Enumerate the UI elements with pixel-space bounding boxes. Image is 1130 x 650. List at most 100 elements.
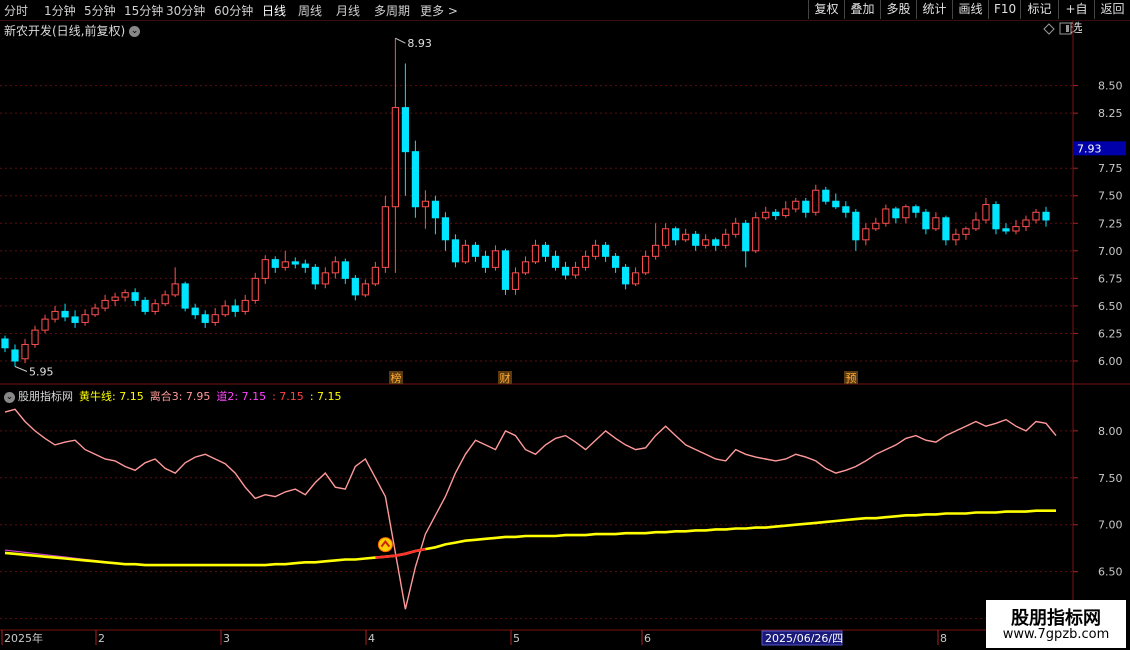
candle-body bbox=[361, 283, 369, 296]
candle-body bbox=[271, 259, 279, 268]
event-marker: 财 bbox=[500, 371, 511, 385]
candle-body bbox=[952, 233, 960, 241]
candle-body bbox=[962, 228, 970, 235]
current-price-label: 7.93 bbox=[1077, 142, 1102, 155]
cursor-date-label: 2025/06/26/四 bbox=[765, 632, 843, 645]
price-tick-label: 8.25 bbox=[1098, 107, 1123, 120]
candle-body bbox=[41, 318, 49, 331]
candle-body bbox=[621, 266, 630, 285]
candle-body bbox=[1022, 219, 1030, 228]
candle-body bbox=[71, 316, 79, 323]
candle-body bbox=[551, 255, 560, 268]
candle-body bbox=[852, 211, 860, 241]
event-marker: 预 bbox=[846, 372, 857, 385]
candle-body bbox=[1002, 228, 1010, 232]
candle-body bbox=[151, 303, 159, 312]
candle-body bbox=[81, 314, 89, 323]
candle-body bbox=[231, 305, 239, 312]
candle-body bbox=[611, 255, 620, 268]
high-label: 8.93 bbox=[407, 37, 432, 50]
candle-body bbox=[51, 310, 59, 320]
candle-body bbox=[61, 310, 69, 318]
candle-body bbox=[171, 283, 179, 296]
candle-body bbox=[882, 208, 890, 224]
candle-body bbox=[321, 272, 329, 285]
candle-body bbox=[992, 204, 1000, 230]
candle-body bbox=[481, 255, 490, 268]
candle-body bbox=[191, 307, 199, 316]
low-label: 5.95 bbox=[29, 365, 53, 378]
x-tick-label: 8 bbox=[940, 632, 947, 645]
candle-body bbox=[571, 266, 580, 276]
candle-body bbox=[451, 239, 460, 263]
candle-body bbox=[341, 261, 349, 279]
signal-icon bbox=[377, 537, 393, 553]
x-tick-label: 2025年 bbox=[4, 631, 43, 645]
candle-body bbox=[632, 272, 640, 285]
candle-body bbox=[471, 244, 480, 257]
candle-body bbox=[732, 222, 740, 235]
candle-body bbox=[531, 244, 540, 263]
watermark: 股朋指标网 www.7gpzb.com bbox=[986, 600, 1126, 648]
watermark-url: www.7gpzb.com bbox=[1002, 627, 1110, 642]
event-marker: 榜 bbox=[391, 371, 402, 385]
candle-body bbox=[431, 200, 440, 219]
x-tick-label: 6 bbox=[644, 632, 651, 645]
candle-body bbox=[381, 206, 389, 268]
candle-body bbox=[1032, 211, 1040, 221]
candle-body bbox=[181, 283, 189, 309]
candle-body bbox=[812, 189, 820, 213]
candle-body bbox=[782, 208, 790, 217]
candle-body bbox=[672, 228, 680, 241]
x-tick-label: 4 bbox=[368, 632, 375, 645]
candle-body bbox=[411, 151, 419, 208]
candle-body bbox=[541, 244, 550, 257]
candle-body bbox=[842, 206, 850, 213]
candle-body bbox=[922, 211, 930, 230]
candle-body bbox=[131, 292, 139, 301]
x-tick-label: 3 bbox=[223, 632, 230, 645]
candle-body bbox=[371, 266, 379, 285]
candle-body bbox=[762, 211, 770, 219]
panel-toggle-bar bbox=[1066, 25, 1069, 32]
candle-body bbox=[932, 217, 940, 230]
candle-body bbox=[521, 261, 530, 274]
panel-toggle-icon bbox=[1059, 22, 1072, 35]
candle-body bbox=[101, 299, 109, 309]
price-tick-label: 6.75 bbox=[1098, 272, 1123, 285]
candle-body bbox=[712, 239, 720, 246]
candle-body bbox=[772, 211, 780, 217]
chart-canvas: 8.50 8.25 7.75 7.50 7.25 7.00 6.75 6.50 6.25 6.00… bbox=[0, 21, 1130, 646]
candle-body bbox=[1, 338, 9, 349]
candle-body bbox=[401, 107, 409, 153]
candle-body bbox=[201, 314, 209, 323]
candle-body bbox=[912, 206, 920, 213]
candle-body bbox=[211, 314, 219, 323]
indicator-tick-label: 8.00 bbox=[1098, 425, 1123, 438]
candle-body bbox=[942, 217, 950, 241]
candle-body bbox=[722, 233, 730, 246]
candle-body bbox=[682, 233, 690, 241]
huangniu-line bbox=[4, 509, 1056, 567]
candle-body bbox=[31, 329, 39, 345]
indicator-tick-label: 7.00 bbox=[1098, 519, 1123, 532]
candle-body bbox=[832, 200, 840, 208]
candle-body bbox=[752, 217, 760, 252]
indicator-tick-label: 6.50 bbox=[1098, 566, 1123, 579]
candle-body bbox=[581, 255, 590, 268]
candle-body bbox=[91, 307, 99, 316]
candle-body bbox=[461, 244, 470, 263]
candle-body bbox=[601, 244, 610, 257]
candle-body bbox=[642, 255, 650, 274]
candle-body bbox=[652, 244, 660, 257]
candle-body bbox=[421, 200, 430, 208]
price-tick-label: 7.75 bbox=[1098, 162, 1123, 175]
x-tick-label: 2 bbox=[98, 632, 105, 645]
candle-body bbox=[662, 228, 670, 246]
candle-body bbox=[501, 250, 510, 290]
price-tick-label: 6.25 bbox=[1098, 327, 1123, 340]
candle-body bbox=[561, 266, 570, 276]
candle-body bbox=[902, 206, 910, 219]
candle-body bbox=[221, 305, 229, 316]
candle-body bbox=[892, 208, 900, 219]
